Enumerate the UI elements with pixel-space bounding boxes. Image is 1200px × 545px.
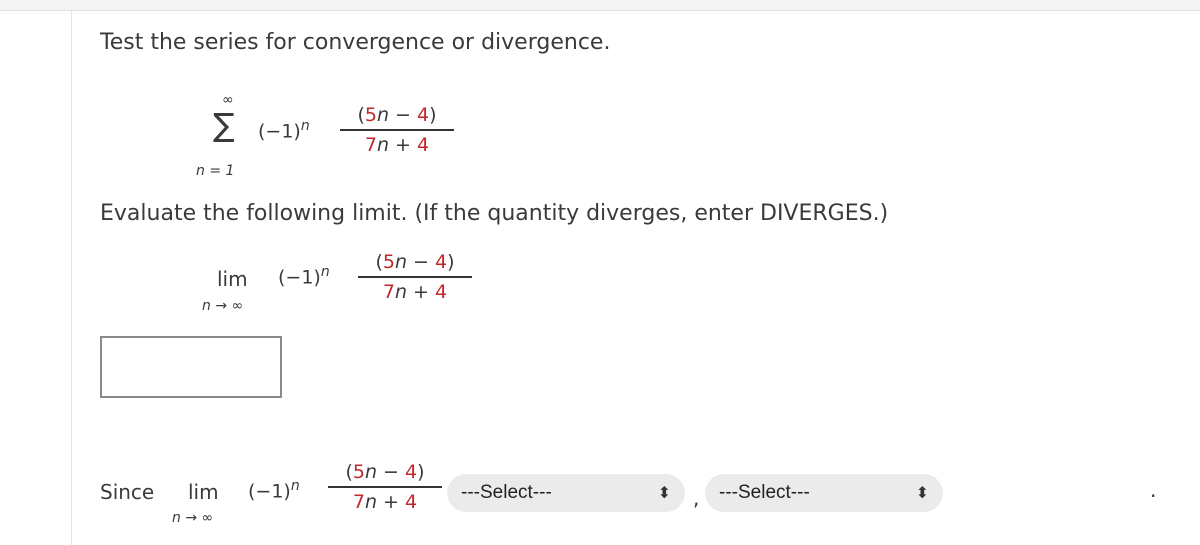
since-label: Since <box>100 480 155 504</box>
limit-answer-input[interactable] <box>100 336 282 398</box>
factor-exponent: n <box>300 118 310 134</box>
lim-subscript: n → ∞ <box>202 298 244 314</box>
fraction-bar <box>358 276 472 278</box>
conclusion-select-1[interactable]: ---Select--- ⬍ <box>447 474 685 512</box>
select-value: ---Select--- <box>461 482 552 503</box>
factor-base: (−1) <box>258 120 301 143</box>
limit-fraction: (5n − 4) 7n + 4 <box>358 251 472 303</box>
fraction-numerator: (5n − 4) <box>375 251 455 273</box>
alternating-factor: (−1)n <box>248 478 300 503</box>
lim-label: lim <box>188 480 219 504</box>
fraction-denominator: 7n + 4 <box>364 134 430 156</box>
fraction-numerator: (5n − 4) <box>357 104 437 126</box>
left-divider <box>71 11 72 545</box>
question-prompt: Test the series for convergence or diver… <box>100 30 611 55</box>
top-band <box>0 0 1200 11</box>
comma: , <box>693 486 700 510</box>
period: . <box>1150 478 1157 502</box>
sum-lower-limit: n = 1 <box>196 163 235 179</box>
conclusion-select-2[interactable]: ---Select--- ⬍ <box>705 474 943 512</box>
up-down-chevron-icon: ⬍ <box>657 485 671 502</box>
alternating-factor: (−1)n <box>258 118 310 142</box>
lim-subscript: n → ∞ <box>172 510 214 526</box>
alternating-factor: (−1)n <box>278 264 330 289</box>
series-fraction: (5n − 4) 7n + 4 <box>340 104 454 156</box>
instruction-text: Evaluate the following limit. (If the qu… <box>100 201 889 226</box>
up-down-chevron-icon: ⬍ <box>915 485 929 502</box>
sigma-icon: ∑ <box>213 106 235 144</box>
conclusion-fraction: (5n − 4) 7n + 4 <box>328 461 442 513</box>
lim-label: lim <box>217 267 248 291</box>
fraction-numerator: (5n − 4) <box>345 461 425 483</box>
fraction-bar <box>340 129 454 131</box>
fraction-denominator: 7n + 4 <box>352 491 418 513</box>
select-value: ---Select--- <box>719 482 810 503</box>
fraction-denominator: 7n + 4 <box>382 281 448 303</box>
fraction-bar <box>328 486 442 488</box>
